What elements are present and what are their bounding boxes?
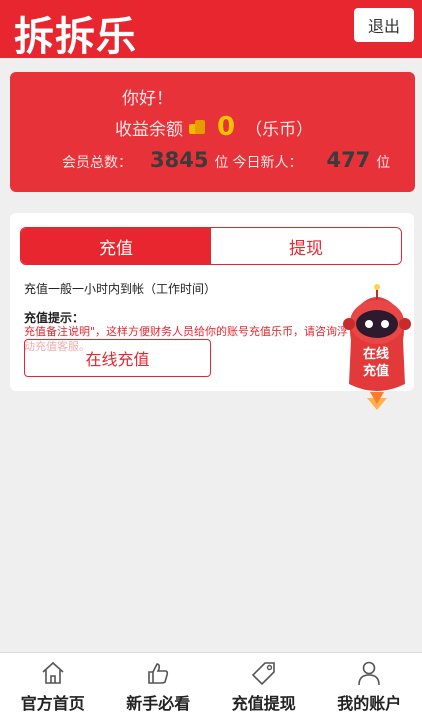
nav-home-label: 官方首页 (20, 694, 85, 713)
members-count: 3845 (150, 148, 209, 172)
tab-recharge[interactable]: 充值 (21, 228, 211, 264)
robot-mascot-icon (343, 284, 411, 410)
recharge-mascot-button[interactable]: 在线 充值 (337, 280, 417, 410)
nav-home[interactable]: 官方首页 (0, 653, 106, 715)
home-icon (42, 661, 64, 684)
nav-recharge[interactable]: 充值提现 (211, 653, 317, 715)
balance-value: 0 (217, 112, 236, 142)
bottom-nav: 官方首页 新手必看 充值提现 我的账户 (0, 652, 422, 715)
app-logo: 拆拆乐 (14, 14, 137, 60)
mascot-label-line1: 在线 (362, 347, 389, 362)
stats-row: 会员总数： 3845 位 今日新人： 477 位 (62, 148, 390, 172)
new-members-label: 今日新人： (232, 155, 303, 171)
new-members-unit: 位 (376, 155, 391, 171)
nav-account[interactable]: 我的账户 (317, 653, 422, 715)
new-members-count: 477 (326, 148, 371, 172)
mascot-label-line2: 充值 (362, 364, 389, 379)
nav-account-label: 我的账户 (337, 694, 402, 713)
logout-button[interactable]: 退出 (354, 8, 414, 42)
tag-icon (251, 662, 275, 686)
recharge-note: 充值一般一小时内到帐（工作时间） (24, 282, 217, 296)
greeting-text: 你好！ (122, 89, 173, 109)
members-label: 会员总数： (62, 155, 132, 171)
tab-withdraw[interactable]: 提现 (211, 228, 401, 264)
nav-guide-label: 新手必看 (126, 694, 191, 713)
top-bar: 拆拆乐 退出 (0, 0, 422, 60)
coin-icon (189, 118, 207, 136)
balance-row: 收益余额 0 （乐币） (115, 112, 313, 142)
tab-bar: 充值 提现 (20, 227, 402, 265)
thumbs-up-icon (148, 663, 169, 684)
balance-unit: （乐币） (245, 119, 314, 140)
nav-guide[interactable]: 新手必看 (106, 653, 212, 715)
mascot-label: 在线 充值 (351, 346, 401, 380)
balance-card: 你好！ 收益余额 0 （乐币） 会员总数： 3845 位 今日新人： 477 位 (10, 72, 415, 192)
balance-label: 收益余额 (115, 119, 183, 140)
online-recharge-button[interactable]: 在线充值 (24, 339, 211, 377)
nav-recharge-label: 充值提现 (231, 694, 296, 713)
members-unit: 位 (214, 155, 229, 171)
user-icon (358, 661, 381, 686)
